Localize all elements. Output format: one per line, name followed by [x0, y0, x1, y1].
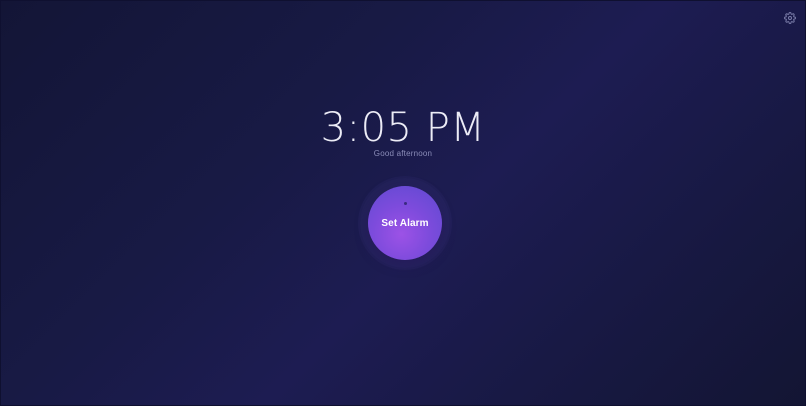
set-alarm-label: Set Alarm [381, 217, 429, 229]
greeting-text: Good afternoon [373, 149, 433, 158]
set-alarm-button[interactable]: Set Alarm [368, 186, 442, 260]
gear-icon [784, 12, 796, 24]
clock-time: 3:05 PM [320, 105, 486, 151]
app-window: 3:05 PM Good afternoon Set Alarm [0, 0, 806, 406]
settings-button[interactable] [783, 11, 797, 25]
dot-icon [403, 202, 407, 205]
